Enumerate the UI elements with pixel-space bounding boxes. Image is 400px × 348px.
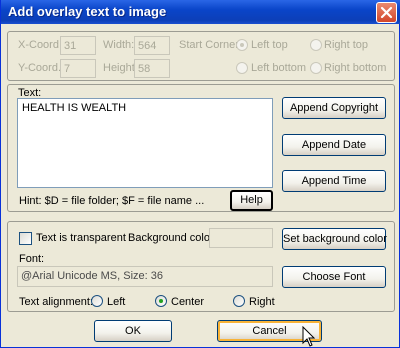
- mouse-pointer-icon: [302, 326, 316, 347]
- corner-right-bottom-label: Right bottom: [324, 62, 387, 74]
- radio-selected-dot: [159, 299, 163, 303]
- help-button[interactable]: Help: [230, 190, 273, 211]
- overlay-text-area[interactable]: HEALTH IS WEALTH: [17, 98, 273, 188]
- align-center-label: Center: [171, 296, 205, 308]
- y-coord-label: Y-Coord.:: [18, 62, 65, 74]
- append-copyright-button[interactable]: Append Copyright: [282, 97, 386, 119]
- close-icon: [380, 6, 393, 19]
- transparent-checkbox[interactable]: [19, 232, 32, 245]
- append-time-button[interactable]: Append Time: [282, 170, 386, 192]
- append-date-button[interactable]: Append Date: [282, 134, 386, 156]
- height-field[interactable]: 58: [134, 59, 170, 78]
- window-title: Add overlay text to image: [8, 4, 167, 19]
- height-label: Height:: [103, 62, 138, 74]
- set-background-color-button[interactable]: Set background color: [282, 228, 387, 250]
- align-center-radio[interactable]: [155, 295, 167, 307]
- width-label: Width:: [103, 39, 135, 51]
- align-right-radio[interactable]: [233, 295, 245, 307]
- corner-left-bottom-label: Left bottom: [251, 62, 307, 74]
- corner-left-top-radio[interactable]: [236, 39, 248, 51]
- corner-right-top-radio[interactable]: [310, 39, 322, 51]
- width-field[interactable]: 564: [134, 36, 170, 55]
- background-color-swatch: [209, 228, 273, 248]
- close-button[interactable]: [376, 2, 397, 23]
- ok-button[interactable]: OK: [94, 320, 172, 342]
- title-bar[interactable]: Add overlay text to image: [1, 0, 400, 24]
- choose-font-button[interactable]: Choose Font: [282, 266, 386, 288]
- corner-right-top-label: Right top: [324, 39, 369, 51]
- background-color-label: Background color:: [128, 232, 217, 244]
- font-label: Font:: [19, 253, 45, 265]
- corner-left-top-label: Left top: [251, 39, 288, 51]
- hint-text: Hint: $D = file folder; $F = file name .…: [19, 195, 205, 207]
- dialog-window: Add overlay text to image X-Coord.: 31 Y…: [0, 0, 400, 348]
- corner-right-bottom-radio[interactable]: [310, 62, 322, 74]
- x-coord-label: X-Coord.:: [18, 39, 66, 51]
- font-display-field: @Arial Unicode MS, Size: 36: [17, 266, 273, 287]
- radio-selected-dot: [240, 43, 244, 47]
- transparent-label: Text is transparent: [36, 232, 126, 244]
- corner-left-bottom-radio[interactable]: [236, 62, 248, 74]
- align-left-radio[interactable]: [91, 295, 103, 307]
- align-right-label: Right: [249, 296, 275, 308]
- y-coord-field[interactable]: 7: [60, 59, 96, 78]
- align-left-label: Left: [107, 296, 126, 308]
- text-alignment-label: Text alignment:: [19, 296, 93, 308]
- start-corner-label: Start Corner:: [179, 39, 242, 51]
- x-coord-field[interactable]: 31: [60, 36, 96, 55]
